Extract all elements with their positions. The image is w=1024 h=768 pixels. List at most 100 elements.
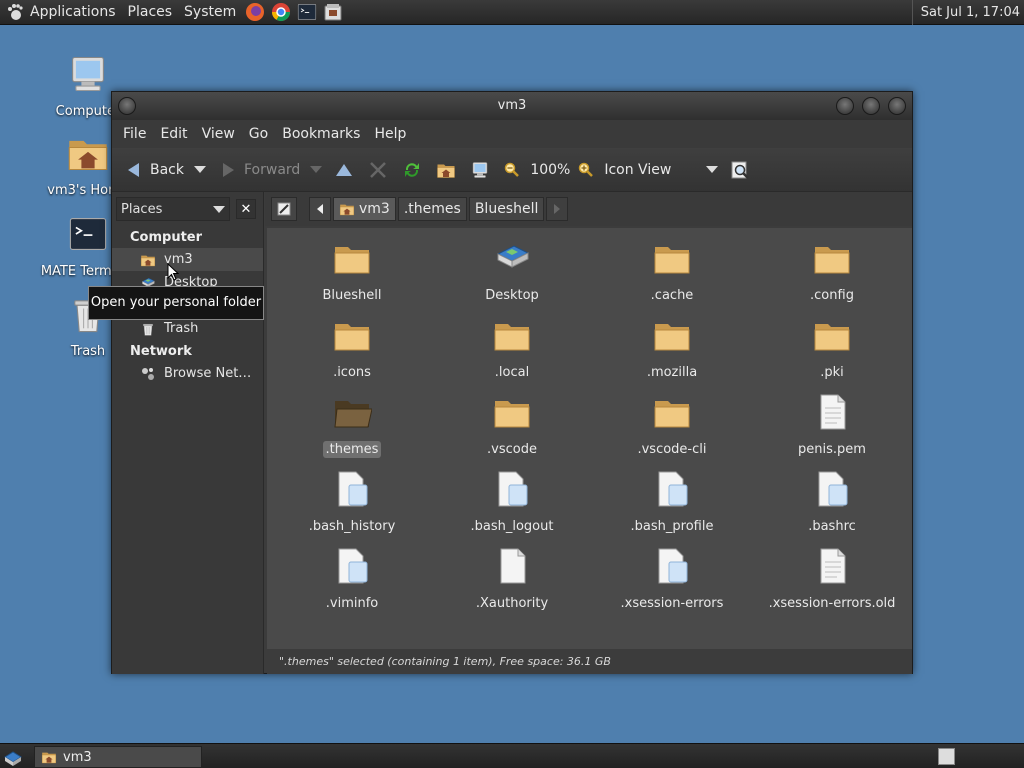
side-pane-header: Places ✕ xyxy=(112,192,263,226)
applications-menu[interactable]: Applications xyxy=(0,0,122,25)
forward-history-dropdown[interactable] xyxy=(310,166,323,173)
icon-view[interactable]: Blueshell Desktop .cache .config .icons .loca… xyxy=(267,228,912,649)
file-item-label: .vscode-cli xyxy=(637,442,707,457)
zoom-level[interactable]: 100% xyxy=(526,155,574,185)
home-folder-icon xyxy=(66,131,110,175)
file-item[interactable]: .bashrc xyxy=(757,469,907,535)
breadcrumb-scroll-left[interactable] xyxy=(309,197,331,221)
folder-icon xyxy=(812,315,852,355)
file-item-label: .pki xyxy=(820,365,844,380)
forward-label: Forward xyxy=(244,161,301,178)
minimize-button[interactable] xyxy=(836,97,854,115)
file-item-label: .bashrc xyxy=(808,519,856,534)
menu-view[interactable]: View xyxy=(195,120,242,148)
breadcrumb-themes[interactable]: .themes xyxy=(397,197,467,221)
search-icon xyxy=(731,161,750,179)
firefox-icon[interactable] xyxy=(244,1,266,23)
file-item[interactable]: .bash_history xyxy=(277,469,427,535)
view-mode-dropdown[interactable] xyxy=(706,166,719,173)
file-item[interactable]: .vscode-cli xyxy=(597,392,747,458)
places-menu[interactable]: Places xyxy=(122,0,179,25)
show-desktop-icon[interactable] xyxy=(2,747,24,767)
breadcrumb-label: Blueshell xyxy=(474,201,539,217)
maximize-button[interactable] xyxy=(862,97,880,115)
sidebar-item-browse-network[interactable]: Browse Net… xyxy=(112,362,263,385)
side-pane-close-button[interactable]: ✕ xyxy=(236,199,256,219)
top-panel: Applications Places System Sat Jul 1, 17… xyxy=(0,0,1024,25)
taskbar-item-vm3[interactable]: vm3 xyxy=(34,746,202,768)
menu-bookmarks[interactable]: Bookmarks xyxy=(275,120,367,148)
back-label: Back xyxy=(150,161,184,178)
reload-button[interactable] xyxy=(398,155,432,185)
folder-icon xyxy=(492,315,532,355)
breadcrumb-vm3[interactable]: vm3 xyxy=(333,197,396,221)
sidebar-item-label: Browse Net… xyxy=(164,366,252,381)
file-item[interactable]: .xsession-errors.old xyxy=(757,546,907,612)
file-item[interactable]: .icons xyxy=(277,315,427,381)
breadcrumb-scroll-right[interactable] xyxy=(546,197,569,221)
home-folder-icon xyxy=(339,201,355,217)
up-button[interactable] xyxy=(330,155,364,185)
file-item-label: .xsession-errors xyxy=(620,596,724,611)
back-history-dropdown[interactable] xyxy=(194,166,206,173)
file-item[interactable]: .config xyxy=(757,238,907,304)
zoom-out-button[interactable] xyxy=(500,155,526,185)
sidebar-item-trash[interactable]: Trash xyxy=(112,317,263,340)
zoom-in-button[interactable] xyxy=(574,155,600,185)
breadcrumb-label: .themes xyxy=(403,201,461,217)
places-selector[interactable]: Places xyxy=(116,197,230,221)
menu-go[interactable]: Go xyxy=(242,120,275,148)
document-icon xyxy=(812,392,852,432)
file-item[interactable]: .bash_profile xyxy=(597,469,747,535)
computer-button[interactable] xyxy=(466,155,500,185)
workspace-switcher[interactable] xyxy=(938,748,955,765)
chrome-icon[interactable] xyxy=(270,1,292,23)
view-mode-select[interactable]: Icon View xyxy=(600,155,700,185)
stop-button[interactable] xyxy=(364,155,398,185)
file-item[interactable]: .local xyxy=(437,315,587,381)
terminal-icon[interactable] xyxy=(296,1,318,23)
toggle-location-entry-button[interactable] xyxy=(271,197,297,221)
menu-file[interactable]: File xyxy=(116,120,153,148)
tooltip: Open your personal folder xyxy=(88,286,264,320)
menu-edit[interactable]: Edit xyxy=(153,120,194,148)
search-button[interactable] xyxy=(726,155,760,185)
file-item[interactable]: .vscode xyxy=(437,392,587,458)
file-item[interactable]: penis.pem xyxy=(757,392,907,458)
file-item[interactable]: .pki xyxy=(757,315,907,381)
folder-icon xyxy=(332,238,372,278)
menu-help[interactable]: Help xyxy=(367,120,413,148)
edit-icon xyxy=(277,202,291,216)
document-icon xyxy=(812,546,852,586)
sidebar-item-home[interactable]: vm3 xyxy=(112,248,263,271)
system-menu[interactable]: System xyxy=(178,0,242,25)
file-item[interactable]: .viminfo xyxy=(277,546,427,612)
network-icon xyxy=(142,367,154,380)
file-item-label: .themes xyxy=(322,441,382,458)
window-title: vm3 xyxy=(497,98,527,113)
bottom-panel: vm3 xyxy=(0,743,1024,768)
file-item[interactable]: .mozilla xyxy=(597,315,747,381)
file-item[interactable]: Desktop xyxy=(437,238,587,304)
clock[interactable]: Sat Jul 1, 17:04 xyxy=(911,0,1024,25)
file-item[interactable]: .cache xyxy=(597,238,747,304)
window-menu-button[interactable] xyxy=(118,97,136,115)
trash-icon xyxy=(140,321,156,337)
file-item[interactable]: .bash_logout xyxy=(437,469,587,535)
files-icon[interactable] xyxy=(322,1,344,23)
home-button[interactable] xyxy=(432,155,466,185)
file-item-label: .viminfo xyxy=(325,596,379,611)
file-item-label: .bash_profile xyxy=(630,519,714,534)
breadcrumb-blueshell[interactable]: Blueshell xyxy=(468,197,545,221)
toolbar: Back Forward 100% Icon View xyxy=(112,148,912,192)
file-item[interactable]: .xsession-errors xyxy=(597,546,747,612)
home-folder-icon xyxy=(41,749,57,765)
title-bar[interactable]: vm3 xyxy=(112,92,912,120)
file-item[interactable]: .themes xyxy=(277,392,427,458)
file-item[interactable]: Blueshell xyxy=(277,238,427,304)
file-item[interactable]: .Xauthority xyxy=(437,546,587,612)
close-button[interactable] xyxy=(888,97,906,115)
computer-icon xyxy=(470,160,490,180)
forward-button[interactable]: Forward xyxy=(214,155,304,185)
back-button[interactable]: Back xyxy=(120,155,188,185)
